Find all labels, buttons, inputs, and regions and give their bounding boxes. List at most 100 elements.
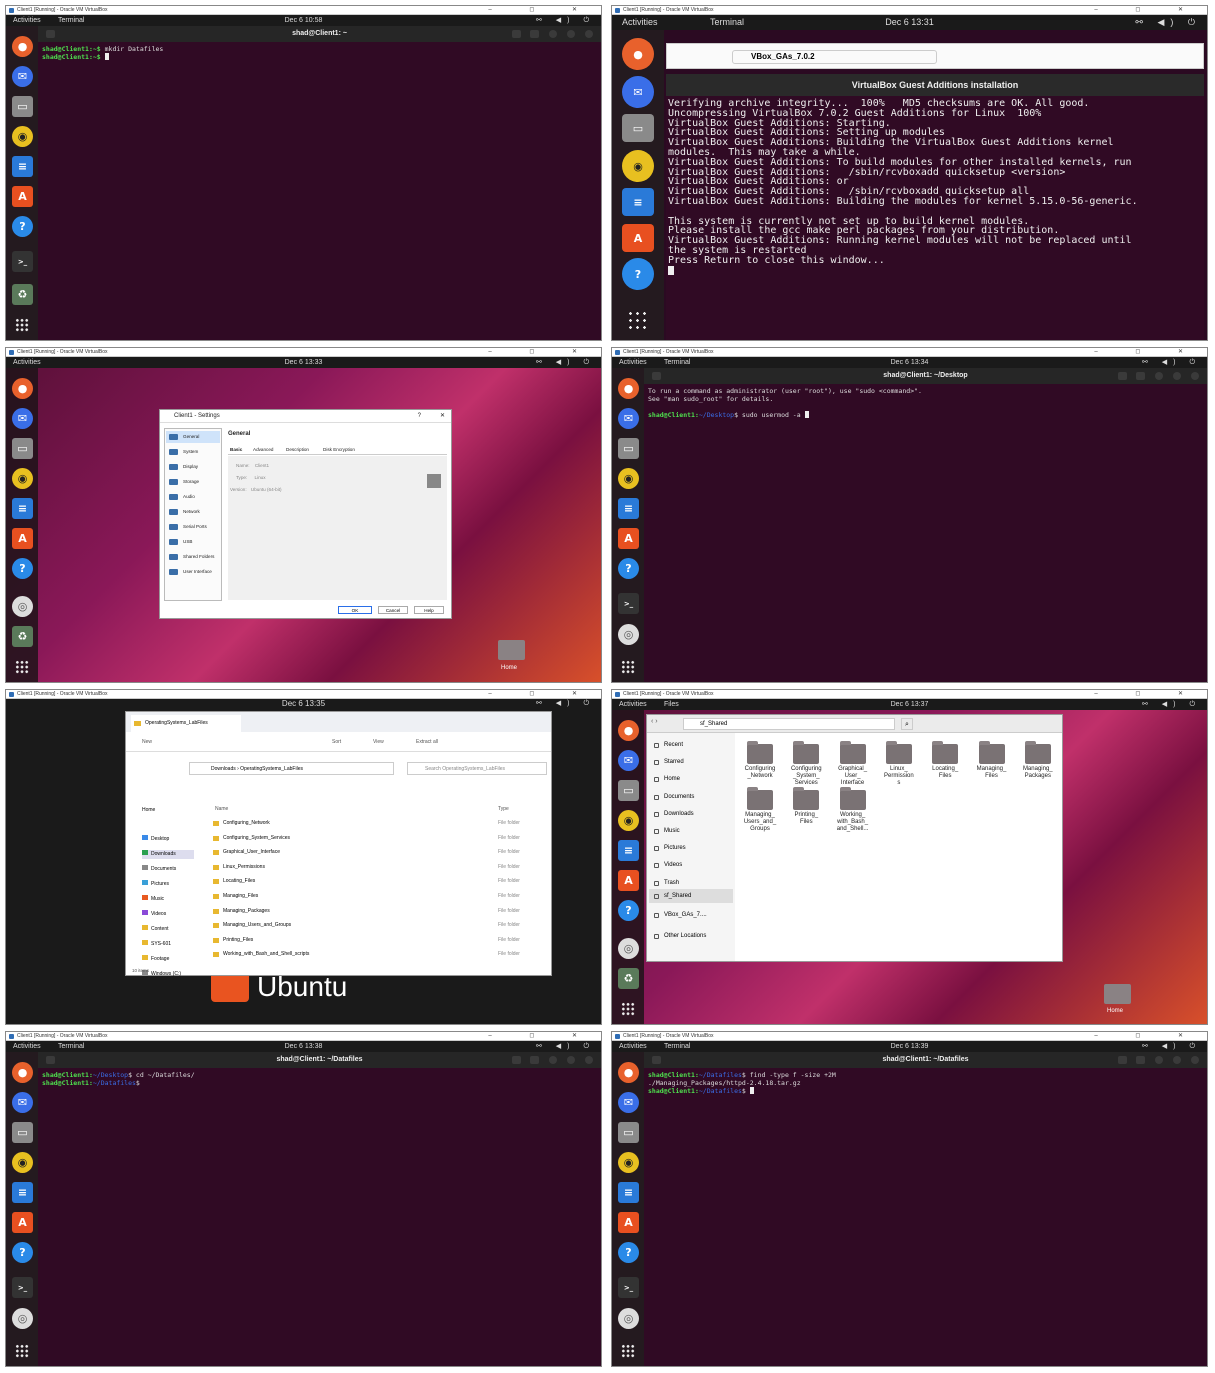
sidebar-item-videos[interactable]: Videos [649,858,733,872]
writer-icon[interactable]: ≡ [618,840,639,861]
app-grid-icon[interactable] [15,318,29,332]
sidebar-item-vbox-gas-7-[interactable]: VBox_GAs_7.... [649,908,733,922]
new-tab-icon[interactable] [652,1056,661,1064]
minimize-icon[interactable] [549,1056,557,1064]
folder-item[interactable]: Configuring _Network [738,741,782,786]
new-tab-icon[interactable] [652,372,661,380]
sidebar-item-downloads[interactable]: Downloads [649,807,733,821]
home-desktop-icon[interactable] [498,640,525,660]
rhythmbox-icon[interactable]: ◉ [618,1152,639,1173]
search-icon[interactable]: ⌕ [901,718,913,730]
nav-item[interactable]: Music [142,895,194,904]
close-icon[interactable] [585,30,593,38]
window-controls[interactable]: – ◻ ✕ [488,348,595,357]
firefox-icon[interactable]: ● [618,720,639,741]
writer-icon[interactable]: ≡ [12,498,33,519]
sidebar-item-music[interactable]: Music [649,824,733,838]
clock[interactable]: Dec 6 10:58 [6,15,601,26]
view-button[interactable]: View [373,732,384,752]
clock[interactable]: Dec 6 13:37 [612,699,1207,710]
system-tray[interactable]: ⚯ ◀) ⏻ [536,699,595,708]
files-icon[interactable]: ▭ [12,96,33,117]
thunderbird-icon[interactable]: ✉ [12,408,33,429]
help-icon[interactable]: ? [618,1242,639,1263]
window-controls[interactable]: – ◻ ✕ [1094,348,1201,357]
writer-icon[interactable]: ≡ [618,1182,639,1203]
software-icon[interactable]: A [12,528,33,549]
system-tray[interactable]: ⚯ ◀) ⏻ [536,357,595,368]
window-controls[interactable]: – ◻ ✕ [1094,690,1201,699]
thunderbird-icon[interactable]: ✉ [618,750,639,771]
settings-nav-network[interactable]: Network [166,506,220,518]
nav-item[interactable]: Videos [142,910,194,919]
cd-icon[interactable]: ◎ [12,1308,33,1329]
window-controls[interactable]: – ◻ ✕ [1094,1032,1201,1041]
new-button[interactable]: New [142,732,152,752]
search-icon[interactable] [512,1056,521,1064]
thunderbird-icon[interactable]: ✉ [618,1092,639,1113]
terminal-icon[interactable]: >_ [12,1277,33,1298]
firefox-icon[interactable]: ● [12,378,33,399]
files-icon[interactable]: ▭ [618,438,639,459]
folder-item[interactable]: Linux_ Permission s [877,741,921,786]
system-tray[interactable]: ⚯ ◀) ⏻ [536,1041,595,1052]
explorer-tab[interactable]: OperatingSystems_LabFiles [131,715,241,732]
folder-item[interactable]: Working_ with_Bash_ and_Shell... [831,787,875,832]
cd-icon[interactable]: ◎ [12,596,33,617]
files-icon[interactable]: ▭ [618,780,639,801]
system-tray[interactable]: ⚯ ◀) ⏻ [1135,15,1201,30]
version-select[interactable]: Ubuntu (64-bit) [251,487,282,492]
back-icon[interactable]: ‹ › [651,718,658,725]
sidebar-item-documents[interactable]: Documents [649,790,733,804]
rhythmbox-icon[interactable]: ◉ [618,468,639,489]
settings-nav-system[interactable]: System [166,446,220,458]
app-grid-icon[interactable] [15,1344,29,1358]
file-row[interactable]: Configuring_System_Services File folder [209,835,531,844]
tab-description[interactable]: Description [286,447,309,452]
sidebar-item-home[interactable]: Home [649,772,733,786]
new-tab-icon[interactable] [46,1056,55,1064]
file-row[interactable]: Working_with_Bash_and_Shell_scripts File … [209,951,531,960]
sidebar-item-sf-shared[interactable]: sf_Shared [649,889,733,903]
terminal-icon[interactable]: >_ [12,251,33,272]
help-icon[interactable]: ? [622,258,654,290]
thunderbird-icon[interactable]: ✉ [618,408,639,429]
sidebar-item-trash[interactable]: Trash [649,876,733,890]
search-box[interactable]: Search OperatingSystems_LabFiles [407,762,547,775]
files-icon[interactable]: ▭ [12,1122,33,1143]
files-window[interactable]: ‹ › sf_Shared ⌕ Recent Starred Home Documen… [646,714,1063,962]
folder-item[interactable]: Printing_ Files [784,787,828,832]
nav-item[interactable]: Pictures [142,880,194,889]
help-icon[interactable]: ? [618,558,639,579]
rhythmbox-icon[interactable]: ◉ [622,150,654,182]
cd-icon[interactable]: ◎ [618,624,639,645]
search-icon[interactable] [1118,1056,1127,1064]
thunderbird-icon[interactable]: ✉ [12,1092,33,1113]
ok-button[interactable]: OK [338,606,372,614]
sort-button[interactable]: Sort [332,732,341,752]
settings-nav-audio[interactable]: Audio [166,491,220,503]
clock[interactable]: Dec 6 13:39 [612,1041,1207,1052]
terminal-icon[interactable]: >_ [618,593,639,614]
software-icon[interactable]: A [618,1212,639,1233]
folder-item[interactable]: Managing_ Packages [1016,741,1060,786]
minimize-icon[interactable] [1155,1056,1163,1064]
nav-item[interactable]: Windows (C:) [142,970,194,979]
extract-button[interactable]: Extract all [416,732,438,752]
files-icon[interactable]: ▭ [622,114,654,142]
window-controls[interactable]: – ◻ ✕ [488,1032,595,1041]
maximize-icon[interactable] [567,1056,575,1064]
folder-item[interactable]: Managing_ Users_and_ Groups [738,787,782,832]
home-nav[interactable]: Home [142,807,155,813]
window-controls[interactable]: – ◻ ✕ [488,690,595,699]
sidebar-item-pictures[interactable]: Pictures [649,841,733,855]
nav-item[interactable]: Downloads [142,850,194,859]
nav-item[interactable]: SYS-601 [142,940,194,949]
close-icon[interactable] [1191,1056,1199,1064]
trash-icon[interactable]: ♻ [12,284,33,305]
writer-icon[interactable]: ≡ [622,188,654,216]
menu-icon[interactable] [530,1056,539,1064]
software-icon[interactable]: A [618,528,639,549]
close-icon[interactable] [1191,372,1199,380]
help-icon[interactable]: ? [418,410,421,423]
